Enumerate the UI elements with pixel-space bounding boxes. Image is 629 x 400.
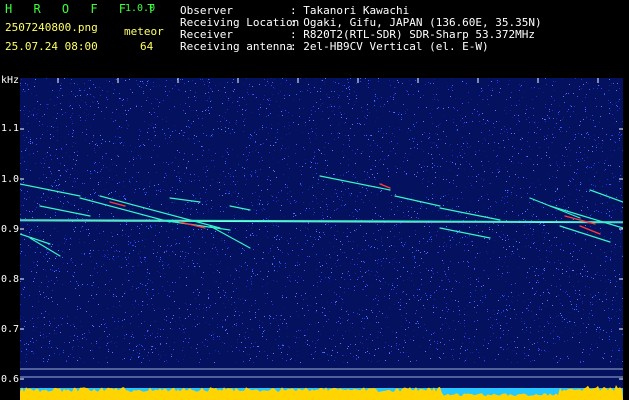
echo-trace xyxy=(20,183,81,197)
y-tick-1.0: 1.0 xyxy=(1,174,20,185)
location-label: Receiving Location xyxy=(180,16,300,29)
axis-tick-marks xyxy=(20,78,623,380)
spectrogram-plot xyxy=(20,78,623,400)
meteor-echo-traces xyxy=(20,175,623,378)
observer-value: : Takanori Kawachi xyxy=(290,4,410,17)
y-tick-1.1: 1.1 xyxy=(1,123,20,134)
echo-hotspot xyxy=(379,183,391,189)
signal-level-bar xyxy=(20,385,623,400)
echo-trace xyxy=(39,205,91,217)
antenna-value: : 2el-HB9CV Vertical (el. E-W) xyxy=(290,40,489,53)
location-value: : Ogaki, Gifu, JAPAN (136.60E, 35.35N) xyxy=(290,16,542,29)
echo-trace xyxy=(589,189,623,203)
echo-trace xyxy=(319,175,391,191)
file-name: 2507240800.png xyxy=(5,21,98,34)
y-tick-0.9: 0.9 xyxy=(1,224,20,235)
meteor-count-value: 64 xyxy=(140,40,154,53)
y-axis-unit: kHz xyxy=(1,75,20,86)
app-version: 1.0.0 xyxy=(125,3,156,14)
echo-trace xyxy=(209,225,251,249)
echo-trace xyxy=(229,205,251,211)
y-tick-0.8: 0.8 xyxy=(1,274,20,285)
echo-trace xyxy=(549,205,623,229)
observer-label: Observer xyxy=(180,4,233,17)
echo-trace xyxy=(439,207,501,221)
echo-trace xyxy=(29,237,61,257)
antenna-label: Receiving antenna xyxy=(180,40,293,53)
y-tick-0.7: 0.7 xyxy=(1,324,20,335)
echo-trace xyxy=(99,195,221,229)
meteor-count-label: meteor xyxy=(124,25,164,38)
spectrogram-panel xyxy=(20,78,623,400)
file-datetime: 25.07.24 08:00 xyxy=(5,40,98,53)
echo-trace xyxy=(79,197,171,223)
receiver-label: Receiver xyxy=(180,28,233,41)
receiver-value: : R820T2(RTL-SDR) SDR-Sharp 53.372MHz xyxy=(290,28,536,41)
y-tick-0.6: 0.6 xyxy=(1,374,20,385)
